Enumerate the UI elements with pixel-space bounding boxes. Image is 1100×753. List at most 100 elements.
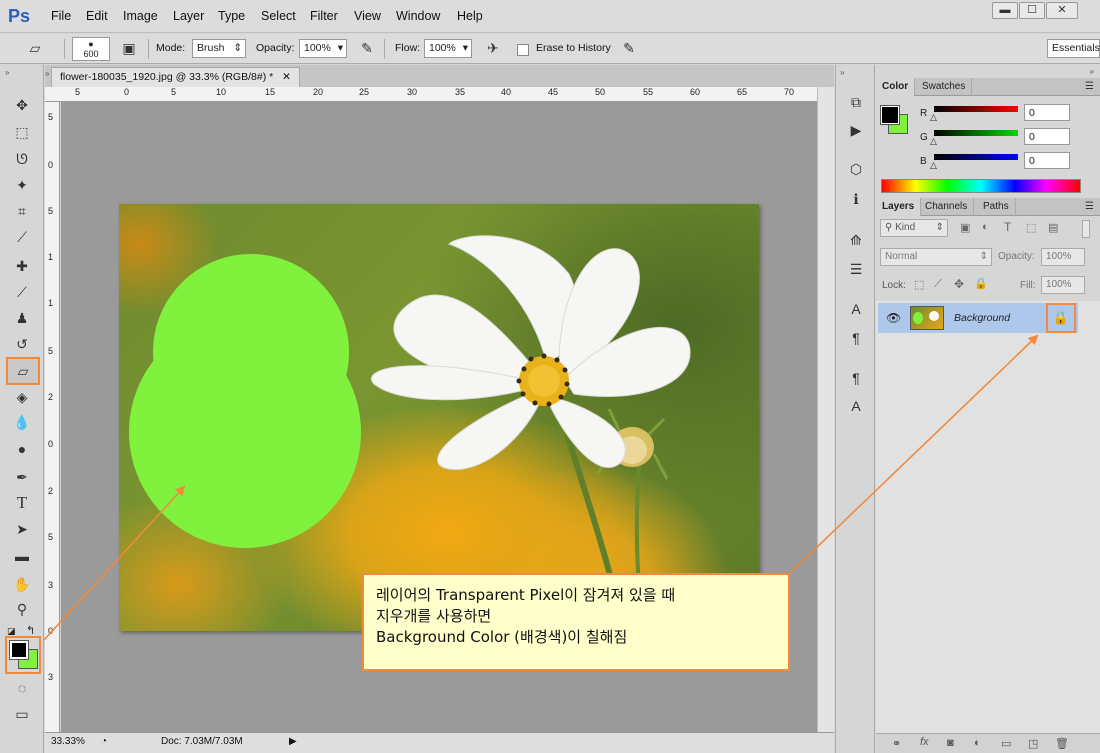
flow-input[interactable]: 100% ▾	[424, 39, 472, 58]
blue-value[interactable]: 0	[1024, 152, 1070, 169]
3d-panel-icon[interactable]: ⬡	[845, 158, 867, 180]
filter-smart-object-icon[interactable]: ▤	[1048, 221, 1058, 234]
eye-icon[interactable]: 👁	[886, 311, 901, 325]
collapse-icon[interactable]: »	[1090, 67, 1094, 76]
slider-handle-icon[interactable]: △	[930, 136, 937, 147]
menu-window[interactable]: Window	[396, 9, 440, 23]
filter-toggle[interactable]	[1082, 220, 1090, 238]
menu-file[interactable]: File	[51, 9, 71, 23]
airbrush-icon[interactable]: ✈	[484, 40, 502, 58]
menu-help[interactable]: Help	[457, 9, 483, 23]
clone-stamp-tool-icon[interactable]: ♟	[8, 306, 36, 330]
path-select-tool-icon[interactable]: ➤	[8, 517, 36, 541]
rectangle-tool-icon[interactable]: ▬	[8, 544, 36, 568]
eyedropper-tool-icon[interactable]: ⟋	[8, 225, 36, 249]
blend-mode-select[interactable]: Normal ⇕	[880, 248, 992, 266]
brush-size-picker[interactable]: ● 600	[72, 37, 110, 61]
menu-filter[interactable]: Filter	[310, 9, 338, 23]
workspace-switcher[interactable]: Essentials	[1047, 39, 1100, 58]
crop-tool-icon[interactable]: ⌗	[8, 199, 36, 223]
collapse-icon[interactable]: »	[45, 69, 49, 78]
pen-tool-icon[interactable]: ✒	[8, 465, 36, 489]
foreground-color-swatch[interactable]	[9, 640, 29, 660]
paragraph-panel-icon[interactable]: ¶	[845, 327, 867, 349]
green-value[interactable]: 0	[1024, 128, 1070, 145]
trash-icon[interactable]: 🗑	[1055, 737, 1069, 750]
menu-view[interactable]: View	[354, 9, 381, 23]
collapse-icon[interactable]: »	[840, 68, 844, 77]
lasso-tool-icon[interactable]: ᘎ	[8, 147, 36, 171]
type-tool-icon[interactable]: T	[8, 491, 36, 515]
zoom-tool-icon[interactable]: ⚲	[8, 597, 36, 621]
filter-pixel-icon[interactable]: ▣	[960, 221, 970, 234]
marquee-tool-icon[interactable]: ⬚	[8, 120, 36, 144]
character-panel-icon[interactable]: A	[845, 298, 867, 320]
red-slider[interactable]	[934, 106, 1018, 112]
document-image[interactable]	[119, 204, 759, 631]
collapse-icon[interactable]: »	[5, 68, 9, 77]
slider-handle-icon[interactable]: △	[930, 112, 937, 123]
eraser-tool-icon[interactable]: ▱	[6, 357, 40, 385]
tab-channels[interactable]: Channels	[919, 198, 975, 216]
pressure-opacity-icon[interactable]: ✎	[358, 40, 376, 58]
paint-bucket-tool-icon[interactable]: ◈	[8, 385, 36, 409]
close-tab-icon[interactable]: ✕	[282, 71, 291, 83]
hand-tool-icon[interactable]: ✋	[8, 572, 36, 596]
menu-image[interactable]: Image	[123, 9, 158, 23]
vertical-scrollbar[interactable]	[817, 87, 834, 732]
tab-layers[interactable]: Layers	[876, 198, 922, 216]
layer-lock-icon[interactable]: 🔒	[1046, 303, 1076, 333]
maximize-button[interactable]: ☐	[1019, 2, 1045, 19]
quick-select-tool-icon[interactable]: ✦	[8, 173, 36, 197]
eraser-preset-icon[interactable]: ▱	[26, 40, 44, 58]
mode-select[interactable]: Brush ⇕	[192, 39, 246, 58]
opacity-input[interactable]: 100% ▾	[299, 39, 347, 58]
mask-icon[interactable]: ◙	[947, 737, 954, 749]
character-styles-icon[interactable]: A	[845, 395, 867, 417]
lock-position-icon[interactable]: ✥	[954, 277, 964, 291]
layer-opacity-input[interactable]: 100%	[1041, 248, 1085, 266]
layer-name[interactable]: Background	[954, 312, 1010, 324]
filter-type-icon[interactable]: T	[1004, 220, 1011, 234]
healing-brush-tool-icon[interactable]: ✚	[8, 254, 36, 278]
menu-edit[interactable]: Edit	[86, 9, 108, 23]
adjustments-panel-icon[interactable]: ☰	[845, 258, 867, 280]
menu-type[interactable]: Type	[218, 9, 245, 23]
minimize-button[interactable]: ▬	[992, 2, 1018, 19]
red-value[interactable]: 0	[1024, 104, 1070, 121]
tab-color[interactable]: Color	[876, 78, 916, 96]
brush-panel-icon[interactable]: ▣	[120, 40, 138, 58]
fill-input[interactable]: 100%	[1041, 276, 1085, 294]
brush-tool-icon[interactable]: ⟋	[8, 280, 36, 304]
layer-row[interactable]: 👁 Background 🔒	[878, 303, 1078, 333]
blue-slider[interactable]	[934, 154, 1018, 160]
new-layer-icon[interactable]: ◳	[1028, 737, 1038, 750]
layer-filter-kind[interactable]: ⚲ Kind ⇕	[880, 219, 948, 237]
brush-presets-icon[interactable]: ⟰	[845, 229, 867, 251]
pressure-size-icon[interactable]: ✎	[620, 40, 638, 58]
paragraph-styles-icon[interactable]: ¶	[845, 367, 867, 389]
menu-layer[interactable]: Layer	[173, 9, 204, 23]
close-button[interactable]: ✕	[1046, 2, 1078, 19]
lock-all-icon[interactable]: 🔒	[974, 277, 988, 290]
quick-mask-icon[interactable]: ◌	[8, 676, 36, 700]
group-icon[interactable]: ▭	[1001, 737, 1011, 750]
tab-paths[interactable]: Paths	[977, 198, 1016, 216]
panel-menu-icon[interactable]: ☰	[1085, 201, 1094, 212]
lock-transparent-icon[interactable]: ⬚	[914, 278, 924, 291]
lock-image-icon[interactable]: ⟋	[934, 278, 942, 291]
erase-to-history-checkbox[interactable]	[517, 44, 529, 56]
filter-adjustment-icon[interactable]: ◐	[982, 221, 989, 233]
link-icon[interactable]: ⚭	[892, 737, 901, 750]
filter-shape-icon[interactable]: ⬚	[1026, 221, 1036, 234]
status-info-icon[interactable]: ◔	[101, 736, 107, 747]
status-arrow-icon[interactable]: ▶	[289, 736, 297, 747]
blur-tool-icon[interactable]: 💧	[8, 410, 36, 434]
zoom-level[interactable]: 33.33%	[51, 736, 85, 747]
menu-select[interactable]: Select	[261, 9, 296, 23]
green-slider[interactable]	[934, 130, 1018, 136]
screen-mode-icon[interactable]: ▭	[8, 702, 36, 726]
dodge-tool-icon[interactable]: ●	[8, 437, 36, 461]
tab-swatches[interactable]: Swatches	[916, 78, 973, 96]
adjustment-icon[interactable]: ◐	[974, 737, 981, 749]
